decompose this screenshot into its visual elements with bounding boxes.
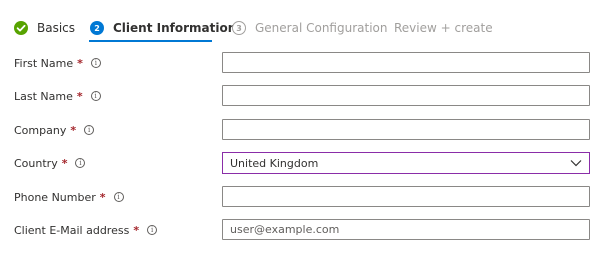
tab-review-create[interactable]: Review + create bbox=[394, 18, 493, 38]
last-name-input[interactable] bbox=[222, 85, 590, 106]
required-asterisk: * bbox=[61, 156, 68, 170]
first-name-label-group: First Name * i bbox=[14, 55, 101, 71]
phone-number-row: Phone Number * i bbox=[0, 186, 610, 208]
info-icon[interactable]: i bbox=[113, 192, 124, 202]
step-number-2: 2 bbox=[90, 21, 104, 35]
country-label-group: Country * i bbox=[14, 155, 86, 171]
email-label: Client E-Mail address bbox=[14, 223, 130, 237]
tab-client-information[interactable]: 2 Client Information bbox=[90, 18, 236, 38]
country-dropdown[interactable]: United Kingdom bbox=[222, 152, 590, 174]
email-label-group: Client E-Mail address * i bbox=[14, 222, 158, 238]
phone-number-input[interactable] bbox=[222, 186, 590, 207]
country-row: Country * i United Kingdom bbox=[0, 152, 610, 174]
info-icon[interactable]: i bbox=[84, 125, 95, 135]
required-asterisk: * bbox=[133, 223, 140, 237]
phone-number-label: Phone Number bbox=[14, 190, 96, 204]
phone-number-label-group: Phone Number * i bbox=[14, 189, 124, 205]
first-name-label: First Name bbox=[14, 56, 74, 70]
email-input[interactable] bbox=[222, 219, 590, 240]
tab-client-information-label: Client Information bbox=[113, 21, 237, 35]
first-name-row: First Name * i bbox=[0, 52, 610, 74]
company-row: Company * i bbox=[0, 119, 610, 141]
info-icon[interactable]: i bbox=[147, 225, 158, 235]
info-icon[interactable]: i bbox=[75, 158, 86, 168]
last-name-label-group: Last Name * i bbox=[14, 88, 101, 104]
tab-basics-label: Basics bbox=[37, 21, 76, 35]
tab-review-create-label: Review + create bbox=[394, 21, 493, 35]
company-label-group: Company * i bbox=[14, 122, 95, 138]
step-number-3: 3 bbox=[232, 21, 246, 35]
email-row: Client E-Mail address * i bbox=[0, 219, 610, 241]
tab-general-configuration-label: General Configuration bbox=[255, 21, 388, 35]
required-asterisk: * bbox=[70, 123, 77, 137]
last-name-row: Last Name * i bbox=[0, 85, 610, 107]
required-asterisk: * bbox=[76, 89, 83, 103]
country-label: Country bbox=[14, 156, 58, 170]
company-label: Company bbox=[14, 123, 67, 137]
wizard-tabs: Basics 2 Client Information 3 General Co… bbox=[0, 0, 610, 44]
first-name-input[interactable] bbox=[222, 52, 590, 73]
active-tab-indicator bbox=[89, 40, 212, 42]
tab-basics[interactable]: Basics bbox=[14, 18, 75, 38]
required-asterisk: * bbox=[77, 56, 83, 70]
checkmark-icon bbox=[14, 21, 28, 35]
company-input[interactable] bbox=[222, 119, 590, 140]
info-icon[interactable]: i bbox=[90, 91, 101, 101]
country-selected-value: United Kingdom bbox=[230, 156, 319, 170]
info-icon[interactable]: i bbox=[90, 58, 101, 68]
tab-general-configuration[interactable]: 3 General Configuration bbox=[232, 18, 388, 38]
chevron-down-icon bbox=[570, 160, 582, 167]
required-asterisk: * bbox=[99, 190, 106, 204]
last-name-label: Last Name bbox=[14, 89, 73, 103]
